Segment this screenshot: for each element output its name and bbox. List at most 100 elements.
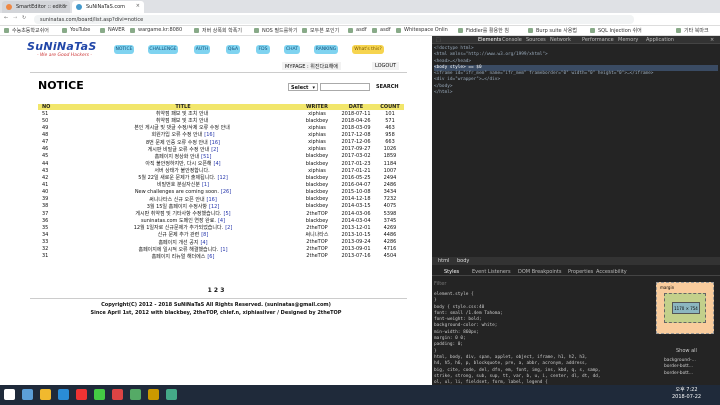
table-row[interactable]: 50 취약점 패보 및 조치 안내 blackbey 2018-04-26 571 [38,117,404,125]
table-row[interactable]: 40 New challenges are coming soon. [26] bla… [38,189,404,196]
bookmark[interactable]: 저버 상폭회 학폭기 [194,27,242,35]
row-title-text[interactable]: 12월 1일자로 신규문제가 추가되었습니다. [134,225,224,231]
inspect-icon[interactable]: ⬚ [436,37,441,43]
table-row[interactable]: 39 써니나타스 신규 오픈 안내 [16] blackbey 2014-12-18 72… [38,196,404,203]
page-link[interactable]: 1 [208,287,212,294]
taskbar-app-icon[interactable] [148,389,159,400]
row-title[interactable]: 8번 문제 인증 오류 수정 안내 [16] [68,139,298,146]
row-title-text[interactable]: 홈페이지 정상화 안내 [155,154,200,160]
chrome-icon[interactable] [166,389,177,400]
bookmark[interactable]: 모두븐 포인기 [302,27,339,35]
row-title-text[interactable]: 취약점 패보 및 조치 안내 [156,118,208,124]
row-title[interactable]: 아직 불안정하지만, 다시 오픈해 [4] [68,160,298,167]
row-title-text[interactable]: 써니나타스 신규 오픈 안내 [149,197,204,203]
row-title[interactable]: 취약점 패보 및 조치 안내 [68,117,298,124]
system-clock[interactable]: 오후 7:22 2018-07-22 [672,387,701,401]
tab-memory[interactable]: Memory [618,37,638,43]
url-input[interactable]: suninatas.com/board/list.asp?divi=notice [34,15,634,24]
tab-event-listeners[interactable]: Event Listeners [472,269,511,275]
row-title[interactable]: 게시판 취약점 및 기타사항 수정했습니다. [5] [68,210,298,217]
start-icon[interactable] [4,389,15,400]
row-title[interactable]: 신규 문제 추가 관련 [8] [68,231,298,238]
show-all-checkbox[interactable]: Show all [676,348,697,354]
nav-ranking[interactable]: RANKING [314,45,338,54]
tab-application[interactable]: Application [646,37,674,43]
row-title-text[interactable]: 비밀번호 분실자신분 [157,182,200,188]
bookmark[interactable]: YouTube [62,27,90,35]
nav-challenge[interactable]: CHALLENGE [148,45,178,54]
table-row[interactable]: 48 회원가입 오류 수정 안내 [16] xiphias 2017-12-08 958 [38,131,404,139]
reload-icon[interactable]: ↻ [22,15,26,21]
computed-prop[interactable]: border-bott… [664,371,718,377]
forward-icon[interactable]: → [13,15,17,21]
row-title[interactable]: 홈페이지 개선 공지 [4] [68,239,298,246]
table-row[interactable]: 51 취약점 패보 및 조치 안내 xiphias 2018-07-11 101 [38,110,404,118]
search-input[interactable] [320,83,370,91]
close-icon[interactable]: × [62,3,66,9]
row-title[interactable]: 홈페이지 리뉴얼 해더에스 [6] [68,253,298,260]
row-title-text[interactable]: 회원가입 오류 수정 안내 [151,132,202,138]
taskbar-app-icon[interactable] [58,389,69,400]
nav-auth[interactable]: AUTH [194,45,210,54]
table-row[interactable]: 35 12월 1일자로 신규문제가 추가되었습니다. [2] 2theTOP 2013-… [38,224,404,232]
browser-tab-active[interactable]: SuNiNaTaS.com × [72,1,144,13]
table-row[interactable]: 37 게시판 취약점 및 기타사항 수정했습니다. [5] 2theTOP 2014-0… [38,210,404,218]
tab-elements[interactable]: Elements [478,37,501,43]
bookmark[interactable]: Whitespace Onlin [396,27,448,35]
row-title[interactable]: 비밀번호 분실자신분 [1] [68,181,298,188]
nav-qna[interactable]: Q&A [226,45,240,54]
bookmark[interactable]: wargame.kr:8080 [130,27,182,35]
row-title-text[interactable]: 홈페이지 개선 공지 [158,240,198,246]
table-row[interactable]: 38 3월 15일 홈페이지 수정사항 [12] blackbey 2014-03-15… [38,203,404,210]
table-row[interactable]: 49 본인 게시글 및 댓글 수정/삭제 오류 수정 안내 xiphias 2018-… [38,124,404,132]
row-title[interactable]: 게시판 비밀글 오류 수정 안내 [2] [68,146,298,153]
tab-properties[interactable]: Properties [568,269,593,275]
row-title[interactable]: 써니나타스 신규 오픈 안내 [16] [68,196,298,203]
row-title-text[interactable]: 홈페이지에 일시적 오류 해결했습니다. [138,247,218,253]
tab-styles[interactable]: Styles [444,269,459,275]
tab-performance[interactable]: Performance [582,37,614,43]
row-title[interactable]: 3월 15일 홈페이지 수정사항 [12] [68,203,298,210]
row-title[interactable]: 5월 22일 새로운 문제가 출제됩니다. [12] [68,174,298,181]
row-title[interactable]: 12월 1일자로 신규문제가 추가되었습니다. [2] [68,224,298,231]
tab-sources[interactable]: Sources [526,37,546,43]
row-title-text[interactable]: 게시판 비밀글 오류 수정 안내 [148,147,210,153]
table-row[interactable]: 31 홈페이지 리뉴얼 해더에스 [6] 2theTOP 2013-07-16 4504 [38,253,404,260]
styles-filter-input[interactable]: Filter [434,281,624,288]
table-row[interactable]: 33 홈페이지 개선 공지 [4] 2theTOP 2013-09-24 4286 [38,239,404,246]
row-title-text[interactable]: 홈페이지 리뉴얼 해더에스 [152,254,206,260]
row-title-text[interactable]: 본인 게시글 및 댓글 수정/삭제 오류 수정 안내 [134,125,230,131]
taskbar-app-icon[interactable] [22,389,33,400]
row-title-text[interactable]: 아직 불안정하지만, 다시 오픈해 [145,161,211,167]
row-title[interactable]: 홈페이지 정상화 안내 [51] [68,153,298,160]
search-button[interactable]: SEARCH [376,83,399,91]
logout-button[interactable]: LOGOUT [372,62,400,70]
folder-icon[interactable] [40,389,51,400]
row-title[interactable]: 서버 상태가 불안정합니다. [68,167,298,174]
table-row[interactable]: 43 서버 상태가 불안정합니다. xiphias 2017-01-21 1007 [38,167,404,175]
taskbar-app-icon[interactable] [130,389,141,400]
bookmark[interactable]: NAVER [100,27,125,35]
bookmark[interactable]: asdf [372,27,391,35]
bookmark[interactable]: NOS 필드를하기 [254,27,297,35]
breadcrumb-item[interactable]: body [457,258,469,264]
row-title[interactable]: 취약점 패보 및 조치 안내 [68,110,298,117]
page-link[interactable]: 2 [214,287,218,294]
taskbar-app-icon[interactable] [94,389,105,400]
taskbar-app-icon[interactable] [76,389,87,400]
bookmark[interactable]: asdf [348,27,367,35]
table-row[interactable]: 47 8번 문제 인증 오류 수정 안내 [16] xiphias 2017-12-06… [38,139,404,146]
tab-network[interactable]: Network [550,37,571,43]
row-title-text[interactable]: 서버 상태가 불안정합니다. [154,168,209,174]
bookmark[interactable]: 기타 북마크 [676,27,709,35]
table-row[interactable]: 36 suninatas.com 도메인 연장 완료. [4] blackbey 201… [38,217,404,225]
row-title[interactable]: New challenges are coming soon. [26] [68,189,298,195]
row-title-text[interactable]: New challenges are coming soon. [135,189,219,195]
table-row[interactable]: 44 아직 불안정하지만, 다시 오픈해 [4] blackbey 2017-01-23… [38,160,404,168]
bookmark[interactable]: SQL Injection 쉬어 [590,27,642,35]
bookmark[interactable]: Burp suite 사용법 [528,27,577,35]
close-icon[interactable]: × [136,3,140,9]
tab-accessibility[interactable]: Accessibility [596,269,627,275]
row-title[interactable]: 회원가입 오류 수정 안내 [16] [68,131,298,138]
bookmark[interactable]: Fiddler를 활용한 침 [458,27,509,35]
